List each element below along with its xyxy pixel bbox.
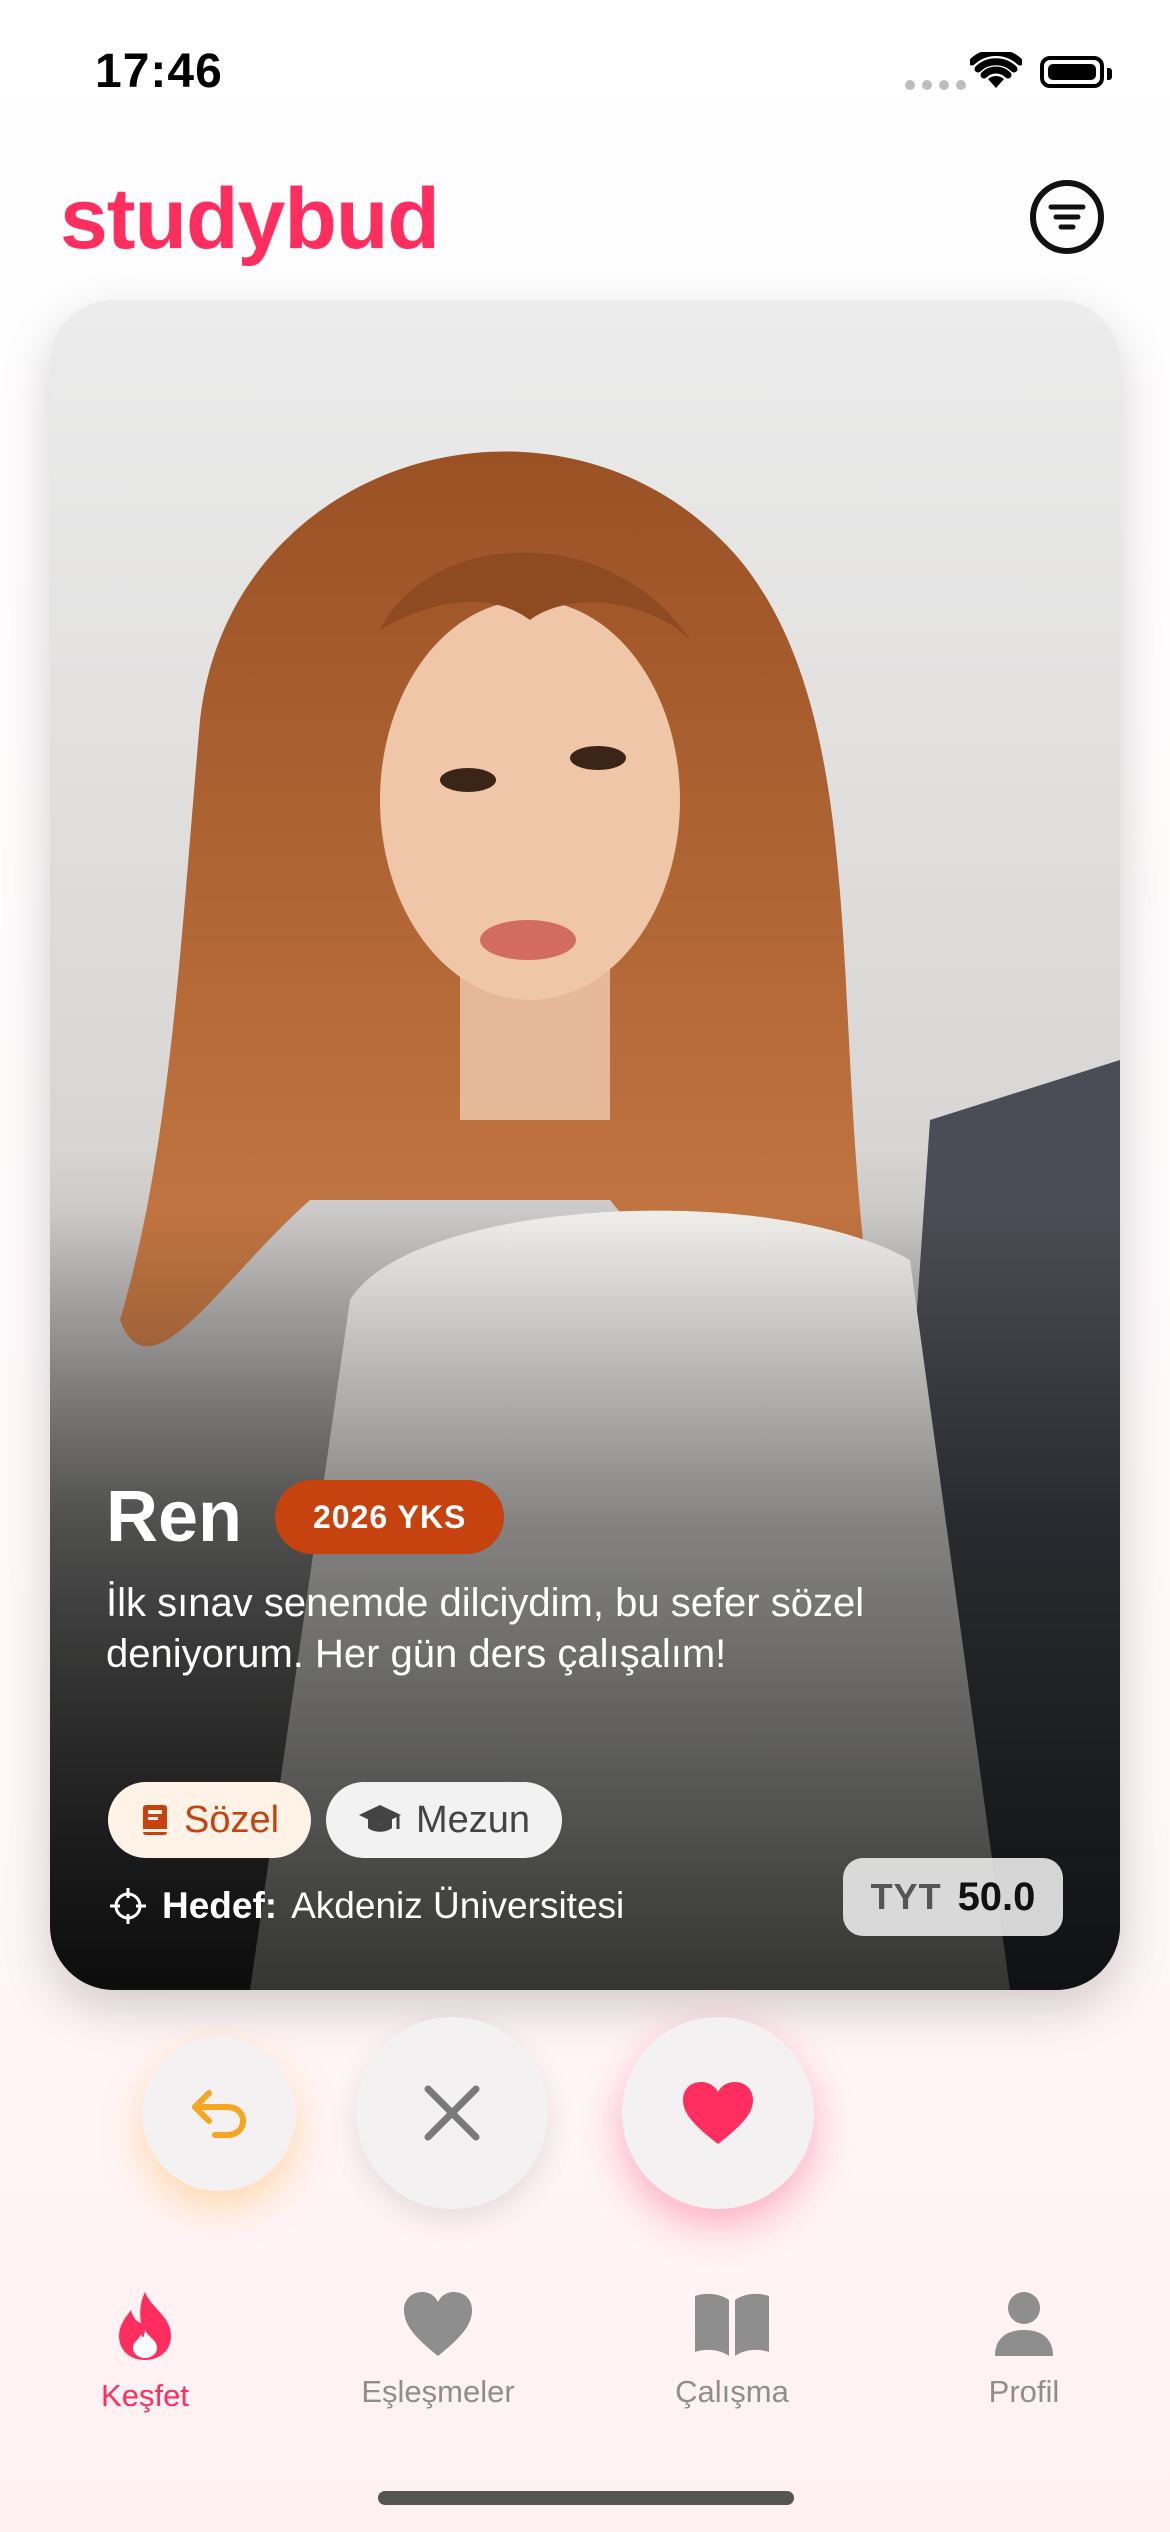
undo-button[interactable] — [142, 2037, 296, 2191]
close-icon — [424, 2085, 480, 2141]
tab-eslesmeler[interactable]: Eşleşmeler — [318, 2290, 558, 2410]
goal-value: Akdeniz Üniversitesi — [291, 1885, 625, 1926]
tab-kesfet[interactable]: Keşfet — [25, 2290, 265, 2414]
tab-profil[interactable]: Profil — [904, 2290, 1144, 2410]
tag-chip-status: Mezun — [326, 1782, 563, 1858]
wifi-icon — [970, 52, 1022, 88]
filter-button[interactable] — [1030, 180, 1104, 254]
open-book-icon — [695, 2293, 769, 2356]
tag-label: Sözel — [184, 1798, 280, 1841]
filter-icon — [1048, 204, 1086, 230]
like-button[interactable] — [622, 2017, 814, 2209]
profile-card[interactable]: Ren 2026 YKS İlk sınav senemde dilciydim… — [50, 300, 1120, 1990]
person-icon — [995, 2292, 1053, 2356]
tab-label: Eşleşmeler — [361, 2374, 515, 2409]
home-indicator — [378, 2491, 794, 2505]
tab-bar: Keşfet Eşleşmeler Çalışma Profil — [0, 2290, 1170, 2450]
battery-icon — [1040, 56, 1112, 88]
tab-calisma[interactable]: Çalışma — [612, 2290, 852, 2410]
app-logo: studybud — [60, 171, 440, 267]
profile-name: Ren — [106, 1477, 243, 1557]
score-value: 50.0 — [957, 1874, 1036, 1919]
dislike-button[interactable] — [356, 2017, 548, 2209]
profile-bio: İlk sınav senemde dilciydim, bu sefer sö… — [106, 1581, 865, 1676]
tag-chip-field: Sözel — [108, 1782, 312, 1858]
score-badge: TYT 50.0 — [843, 1858, 1063, 1936]
tab-label: Keşfet — [101, 2378, 189, 2413]
app-header: studybud — [0, 160, 1170, 270]
crosshair-icon — [110, 1888, 146, 1924]
heart-icon — [683, 2082, 753, 2144]
book-icon — [143, 1805, 167, 1835]
graduation-cap-icon — [359, 1805, 401, 1832]
heart-icon — [404, 2292, 472, 2356]
tab-label: Profil — [988, 2374, 1060, 2409]
status-time: 17:46 — [95, 45, 223, 98]
undo-icon — [192, 2090, 247, 2138]
flame-icon — [119, 2292, 171, 2360]
tab-label: Çalışma — [675, 2374, 789, 2409]
tag-label: Mezun — [416, 1798, 531, 1841]
goal-label: Hedef: — [162, 1885, 278, 1926]
status-bar: 17:46 — [0, 0, 1170, 130]
goal-row: Hedef: Akdeniz Üniversitesi — [108, 1885, 624, 1927]
score-label: TYT — [870, 1876, 942, 1917]
cellular-signal-icon — [905, 80, 966, 90]
exam-year-badge: 2026 YKS — [275, 1480, 505, 1554]
